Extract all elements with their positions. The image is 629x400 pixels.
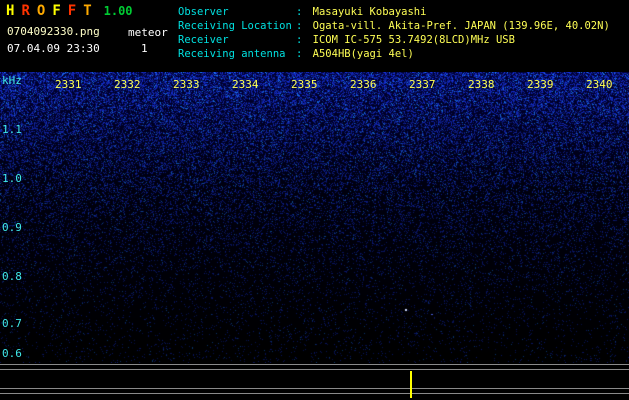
time-axis-label: 2339 — [527, 78, 554, 91]
info-value: ICOM IC-575 53.7492(8LCD)MHz USB — [313, 34, 515, 46]
title-letter: T — [83, 3, 91, 19]
info-label: Receiver — [178, 33, 296, 47]
app-title-letters: HROFFT — [6, 3, 99, 19]
title-letter: O — [37, 3, 45, 19]
meteor-count: 1 — [141, 42, 148, 55]
station-info-row: Receiving antenna: A504HB(yagi 4el) — [178, 47, 610, 61]
info-label: Receiving antenna — [178, 47, 296, 61]
title-letter: H — [6, 3, 14, 19]
app-title: H R O F F T 1.00 — [6, 3, 133, 19]
station-info-row: Observer: Masayuki Kobayashi — [178, 5, 610, 19]
spectrogram-canvas — [0, 72, 629, 363]
freq-axis-label: 0.9 — [2, 221, 22, 234]
timestamp-label: 07.04.09 23:30 — [7, 42, 100, 55]
power-strip-line — [0, 364, 629, 365]
title-letter: F — [68, 3, 76, 19]
freq-axis-label: 0.6 — [2, 347, 22, 360]
freq-axis-label: 0.7 — [2, 317, 22, 330]
station-info-row: Receiving Location: Ogata-vill. Akita-Pr… — [178, 19, 610, 33]
output-filename: 0704092330.png — [7, 25, 100, 38]
time-axis-label: 2338 — [468, 78, 495, 91]
info-value: Ogata-vill. Akita-Pref. JAPAN (139.96E, … — [313, 20, 610, 32]
freq-axis-label: kHz — [2, 74, 22, 87]
info-colon: : — [296, 6, 313, 18]
time-axis-label: 2335 — [291, 78, 318, 91]
power-strip-line — [0, 388, 629, 389]
info-value: Masayuki Kobayashi — [313, 6, 427, 18]
time-axis-label: 2340 — [586, 78, 613, 91]
info-colon: : — [296, 34, 313, 46]
freq-axis-label: 1.1 — [2, 123, 22, 136]
hrofft-window: H R O F F T 1.00 0704092330.png meteor 07.04.0… — [0, 0, 629, 400]
power-strip-line — [0, 393, 629, 394]
title-letter: F — [52, 3, 60, 19]
power-spike — [410, 371, 412, 398]
time-axis-label: 2334 — [232, 78, 259, 91]
time-axis-label: 2336 — [350, 78, 377, 91]
time-axis-label: 2337 — [409, 78, 436, 91]
station-info: Observer: Masayuki Kobayashi Receiving Lo… — [178, 5, 610, 61]
info-colon: : — [296, 48, 313, 60]
info-label: Observer — [178, 5, 296, 19]
title-letter: R — [21, 3, 29, 19]
power-strip-line — [0, 369, 629, 370]
time-axis-label: 2331 — [55, 78, 82, 91]
station-info-row: Receiver: ICOM IC-575 53.7492(8LCD)MHz U… — [178, 33, 610, 47]
info-colon: : — [296, 20, 313, 32]
freq-axis-label: 0.8 — [2, 270, 22, 283]
time-axis-label: 2333 — [173, 78, 200, 91]
info-value: A504HB(yagi 4el) — [313, 48, 414, 60]
mode-label: meteor — [128, 26, 168, 39]
time-axis-label: 2332 — [114, 78, 141, 91]
info-label: Receiving Location — [178, 19, 296, 33]
freq-axis-label: 1.0 — [2, 172, 22, 185]
app-version-label: 1.00 — [104, 4, 133, 18]
